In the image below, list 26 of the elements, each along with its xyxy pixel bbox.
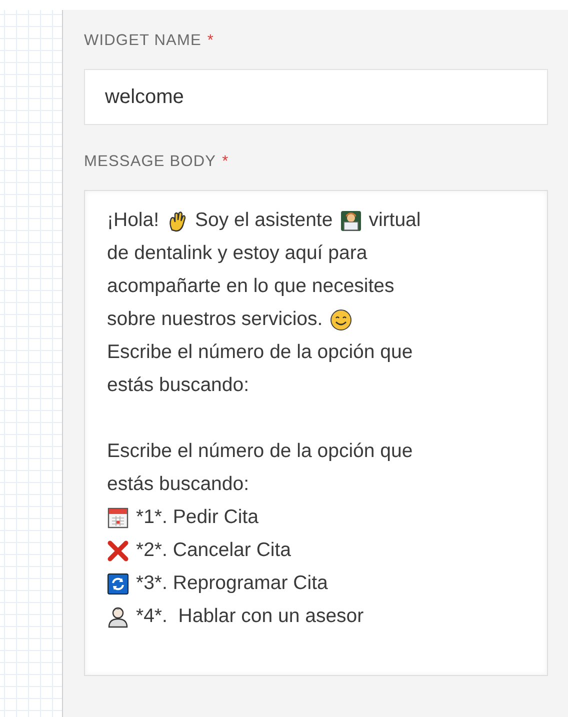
required-mark: * [207,32,214,50]
message-text: Soy el asistente [195,209,333,232]
message-text: Escribe el número de la opción que [107,440,413,463]
message-text: *2*. Cancelar Cita [136,539,291,562]
message-text: de dentalink y estoy aquí para [107,242,368,265]
refresh-icon [107,572,129,594]
message-text: Escribe el número de la opción que [107,341,413,364]
smile-icon [330,308,352,330]
laptop-icon [340,210,362,232]
cross-icon [107,540,129,562]
message-text: estás buscando: [107,473,250,496]
field-label: MESSAGE BODY [84,153,216,171]
field-label: WIDGET NAME [84,32,202,50]
calendar-icon [107,506,129,528]
message-text: sobre nuestros servicios. [107,308,323,331]
message-text: estás buscando: [107,374,250,397]
message-text: *4*. Hablar con un asesor [136,605,364,628]
message-text: virtual [368,209,421,232]
message-text: *3*. Reprogramar Cita [136,572,328,595]
message-text: ¡Hola! [107,209,160,232]
message-text: acompañarte en lo que necesites [107,275,394,298]
message-body-field[interactable] [84,190,548,676]
required-mark: * [222,153,229,171]
person-icon [107,606,129,628]
message-text: *1*. Pedir Cita [136,506,258,529]
widget-name-field[interactable]: welcome [84,69,548,125]
